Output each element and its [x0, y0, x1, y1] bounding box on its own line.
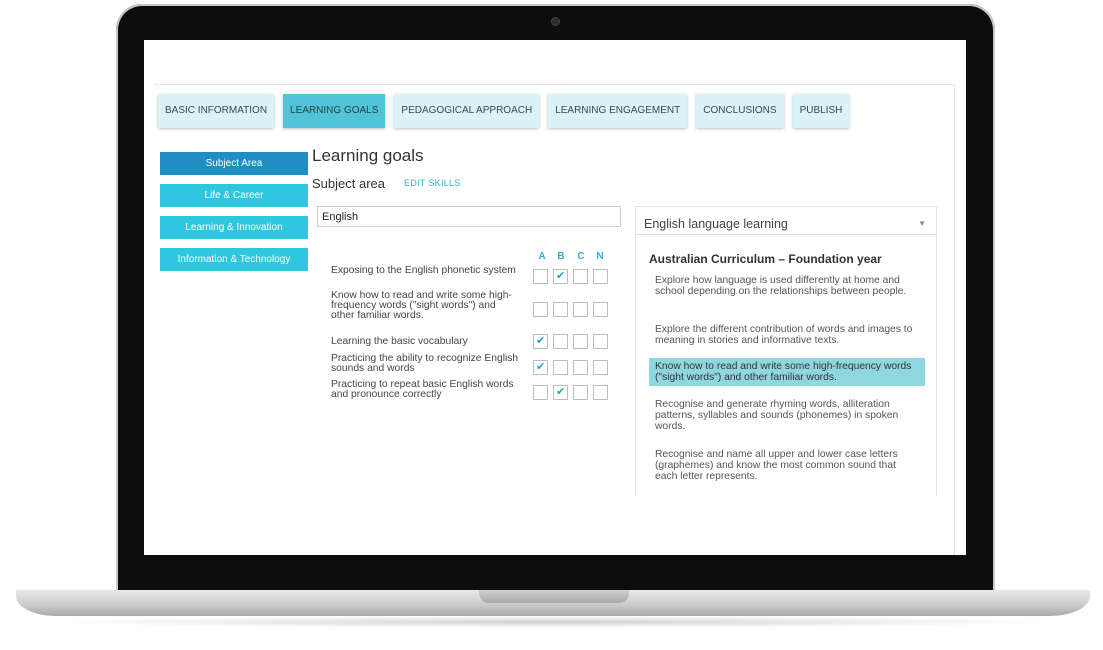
- caret-down-icon: ▼: [918, 219, 926, 228]
- goal-4-checkbox-n[interactable]: [593, 360, 608, 375]
- column-header-n: N: [596, 251, 604, 262]
- curriculum-item[interactable]: Explore how language is used differently…: [649, 275, 925, 297]
- goal-2-checkbox-n[interactable]: [593, 302, 608, 317]
- goal-1-checkbox-a[interactable]: [533, 269, 548, 284]
- goal-text: Know how to read and write some high-fre…: [331, 290, 512, 321]
- column-header-b: B: [557, 251, 565, 262]
- sidebar: Subject Area Life & Career Learning & In…: [160, 152, 308, 280]
- tab-conclusions[interactable]: CONCLUSIONS: [696, 94, 784, 128]
- goal-1-checkbox-n[interactable]: [593, 269, 608, 284]
- goal-2-checkbox-c[interactable]: [573, 302, 588, 317]
- goal-4-checkbox-a[interactable]: [533, 360, 548, 375]
- curriculum-item[interactable]: Explore the different contribution of wo…: [649, 324, 925, 346]
- goal-4-checkbox-b[interactable]: [553, 360, 568, 375]
- camera-icon: [551, 17, 560, 26]
- sidebar-item-life-career[interactable]: Life & Career: [160, 184, 308, 207]
- column-header-a: A: [538, 251, 546, 262]
- curriculum-dropdown-value: English language learning: [644, 217, 788, 231]
- tab-publish[interactable]: PUBLISH: [792, 94, 850, 128]
- subject-input[interactable]: [317, 206, 621, 227]
- sidebar-item-subject-area[interactable]: Subject Area: [160, 152, 308, 175]
- app-screen: BASIC INFORMATION LEARNING GOALS PEDAGOG…: [144, 40, 966, 555]
- section-subtitle: Subject area: [312, 176, 385, 191]
- goal-2-checkbox-a[interactable]: [533, 302, 548, 317]
- goal-5-checkbox-b[interactable]: [553, 385, 568, 400]
- goal-3-checkbox-c[interactable]: [573, 334, 588, 349]
- goal-3-checkbox-b[interactable]: [553, 334, 568, 349]
- goal-3-checkbox-n[interactable]: [593, 334, 608, 349]
- goal-text: Practicing to repeat basic English words…: [331, 379, 514, 400]
- curriculum-item-highlighted[interactable]: Know how to read and write some high-fre…: [649, 358, 925, 386]
- column-header-c: C: [577, 251, 585, 262]
- goal-2-checkbox-b[interactable]: [553, 302, 568, 317]
- tab-bar: BASIC INFORMATION LEARNING GOALS PEDAGOG…: [158, 94, 850, 128]
- tab-learning-engagement[interactable]: LEARNING ENGAGEMENT: [548, 94, 688, 128]
- goal-1-checkbox-b[interactable]: [553, 269, 568, 284]
- goal-5-checkbox-c[interactable]: [573, 385, 588, 400]
- goal-text: Learning the basic vocabulary: [331, 336, 468, 347]
- goal-3-checkbox-a[interactable]: [533, 334, 548, 349]
- page-title: Learning goals: [312, 146, 424, 165]
- edit-skills-link[interactable]: EDIT SKILLS: [404, 178, 461, 188]
- curriculum-item[interactable]: Recognise and generate rhyming words, al…: [649, 399, 925, 432]
- curriculum-dropdown[interactable]: English language learning ▼: [636, 207, 936, 235]
- tab-pedagogical-approach[interactable]: PEDAGOGICAL APPROACH: [394, 94, 540, 128]
- curriculum-item[interactable]: Recognise and name all upper and lower c…: [649, 449, 925, 482]
- goal-4-checkbox-c[interactable]: [573, 360, 588, 375]
- tab-basic-information[interactable]: BASIC INFORMATION: [158, 94, 275, 128]
- curriculum-title: Australian Curriculum – Foundation year: [649, 252, 882, 266]
- sidebar-item-information-technology[interactable]: Information & Technology: [160, 248, 308, 271]
- sidebar-item-learning-innovation[interactable]: Learning & Innovation: [160, 216, 308, 239]
- laptop-shadow: [40, 616, 1066, 628]
- goal-5-checkbox-a[interactable]: [533, 385, 548, 400]
- goal-5-checkbox-n[interactable]: [593, 385, 608, 400]
- goal-text: Exposing to the English phonetic system: [331, 265, 516, 276]
- laptop-base-notch: [479, 590, 629, 603]
- goal-1-checkbox-c[interactable]: [573, 269, 588, 284]
- goal-text: Practicing the ability to recognize Engl…: [331, 353, 519, 374]
- tab-learning-goals[interactable]: LEARNING GOALS: [283, 94, 386, 128]
